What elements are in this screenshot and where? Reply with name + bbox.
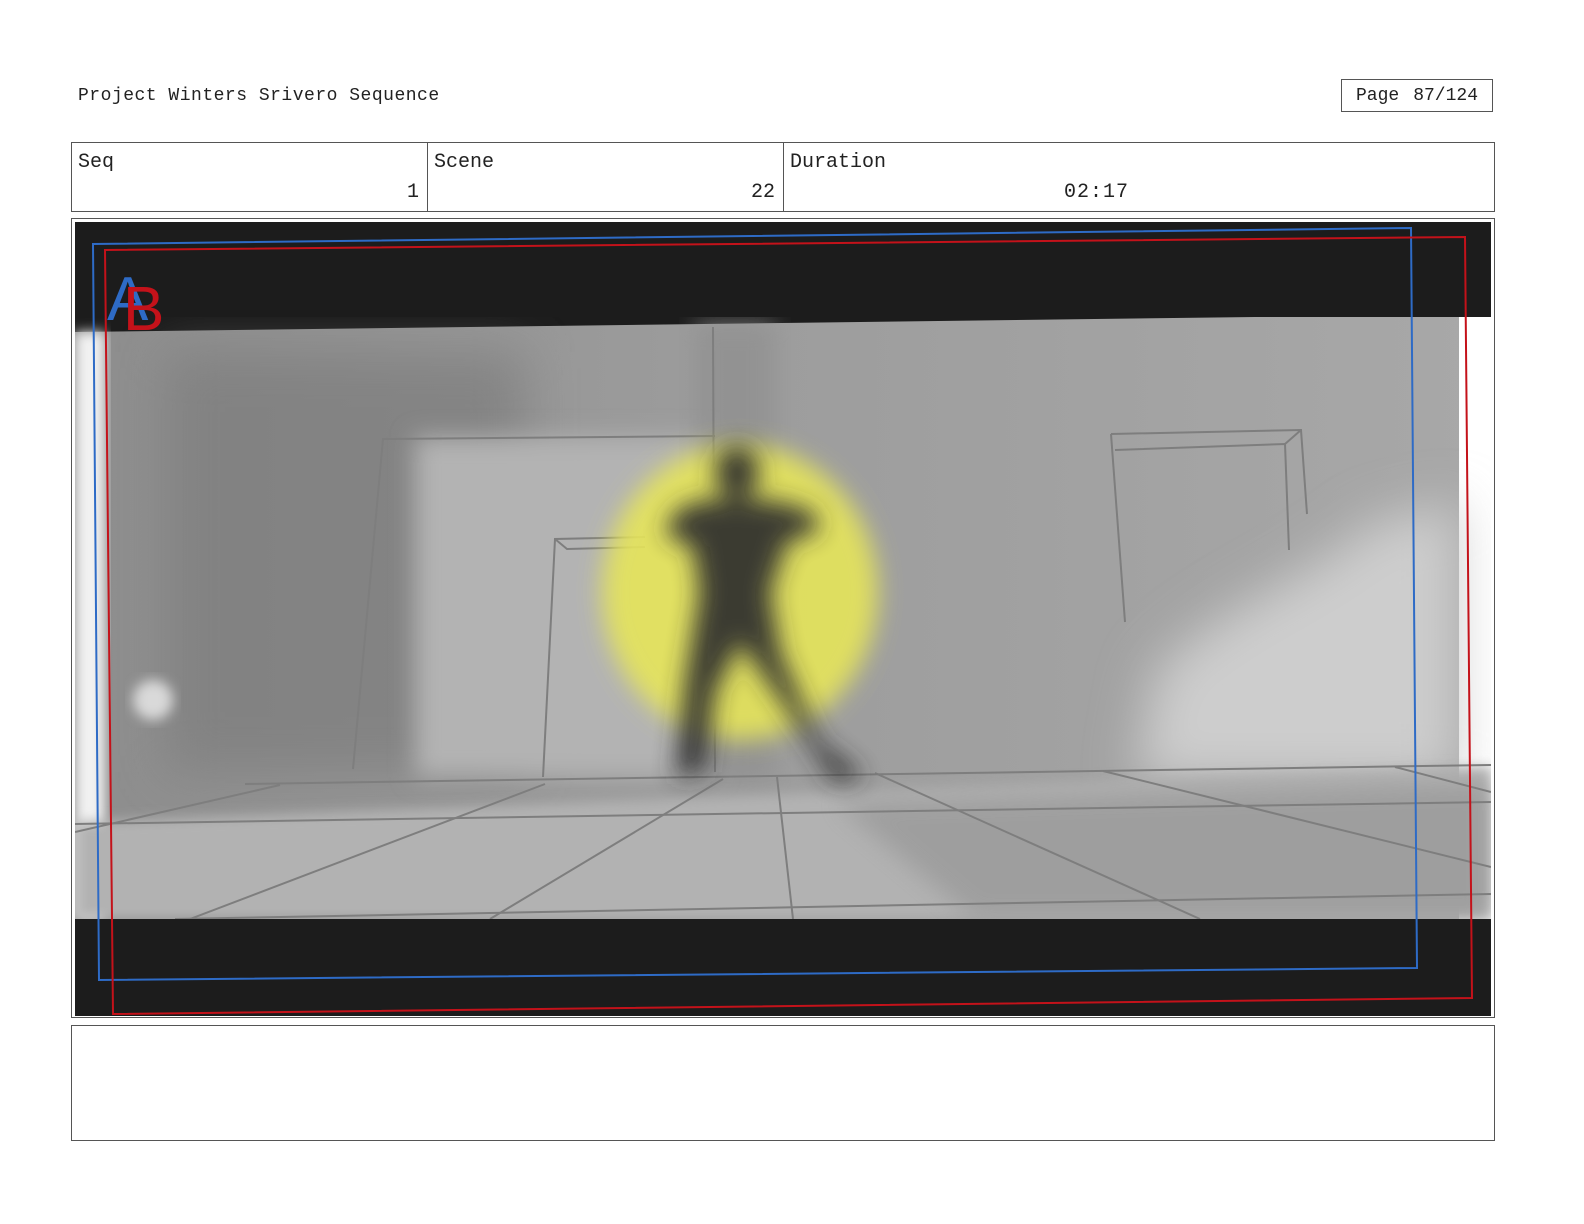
seq-value: 1 [406,181,419,204]
notes-box[interactable] [71,1025,1495,1141]
duration-cell: Duration 02:17 [784,143,1494,211]
frame-marker-b: B [123,275,164,344]
duration-value: 02:17 [1064,181,1130,204]
shot-info-row: Seq 1 Scene 22 Duration 02:17 [71,142,1495,212]
storyboard-frame: A B [71,218,1495,1018]
storyboard-image: A B [75,222,1491,1016]
project-title: Project Winters Srivero Sequence [78,86,440,106]
scene-value: 22 [750,181,775,204]
seq-label: Seq [78,151,115,174]
duration-label: Duration [790,151,887,174]
page-label: Page [1355,85,1400,106]
seq-cell: Seq 1 [72,143,428,211]
page-indicator: Page 87/124 [1341,79,1493,112]
scene-cell: Scene 22 [428,143,784,211]
page-number: 87/124 [1413,85,1479,106]
scene-label: Scene [434,151,495,174]
